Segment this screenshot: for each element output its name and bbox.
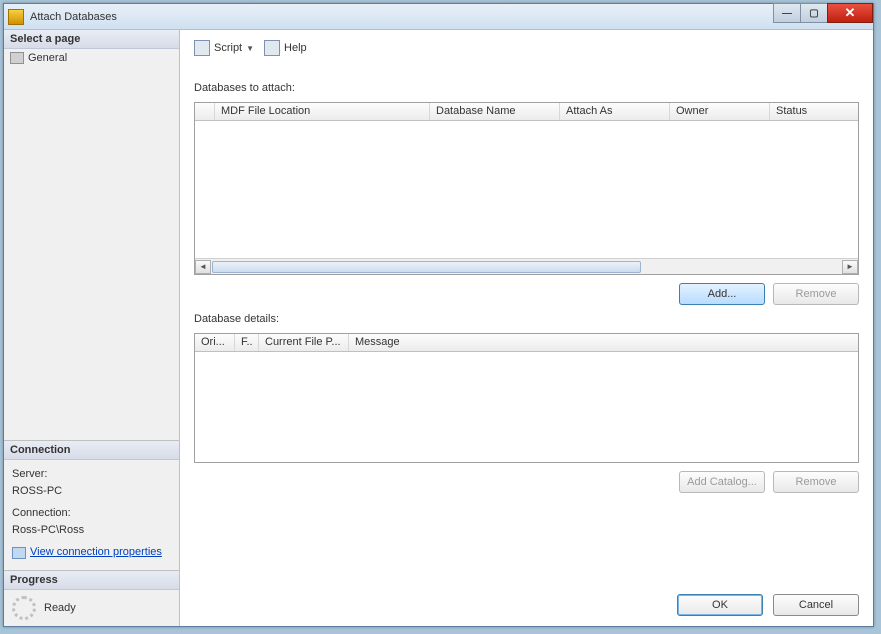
link-label: View connection properties <box>30 544 162 561</box>
add-catalog-button[interactable]: Add Catalog... <box>679 471 765 493</box>
chevron-down-icon: ▼ <box>246 44 254 53</box>
script-icon <box>194 40 210 56</box>
connection-body: Server: ROSS-PC Connection: Ross-PC\Ross… <box>4 460 179 570</box>
cancel-button[interactable]: Cancel <box>773 594 859 616</box>
script-button[interactable]: Script ▼ <box>194 40 254 56</box>
window-title: Attach Databases <box>30 11 117 23</box>
connection-label: Connection: <box>12 505 171 522</box>
scroll-thumb[interactable] <box>212 261 641 273</box>
window-controls: — ▢ ✕ <box>774 3 873 23</box>
details-col-original[interactable]: Ori... <box>195 334 235 351</box>
close-button[interactable]: ✕ <box>827 3 873 23</box>
databases-to-attach-label: Databases to attach: <box>194 82 859 94</box>
details-col-filetype[interactable]: F.. <box>235 334 259 351</box>
toolbar: Script ▼ Help <box>194 40 859 60</box>
dialog-footer: OK Cancel <box>180 586 873 626</box>
ok-button[interactable]: OK <box>677 594 763 616</box>
maximize-button[interactable]: ▢ <box>800 3 828 23</box>
progress-header: Progress <box>4 571 179 590</box>
app-icon <box>8 9 24 25</box>
remove-details-button[interactable]: Remove <box>773 471 859 493</box>
connection-header: Connection <box>4 441 179 460</box>
properties-icon <box>12 547 26 559</box>
database-details-list[interactable]: Ori... F.. Current File P... Message <box>194 333 859 463</box>
server-value: ROSS-PC <box>12 483 171 500</box>
attach-col-blank[interactable] <box>195 103 215 120</box>
scroll-track[interactable] <box>211 260 842 274</box>
details-list-body[interactable] <box>195 352 858 462</box>
attach-list-body[interactable] <box>195 121 858 258</box>
page-icon <box>10 52 24 64</box>
attach-list-header: MDF File Location Database Name Attach A… <box>195 103 858 121</box>
sidebar-item-label: General <box>28 52 67 64</box>
attach-col-status[interactable]: Status <box>770 103 858 120</box>
view-connection-properties-link[interactable]: View connection properties <box>12 544 162 561</box>
database-details-label: Database details: <box>194 313 859 325</box>
progress-spinner-icon <box>12 596 36 620</box>
sidebar-item-general[interactable]: General <box>4 49 179 67</box>
scroll-left-button[interactable]: ◄ <box>195 260 211 274</box>
details-list-header: Ori... F.. Current File P... Message <box>195 334 858 352</box>
help-icon <box>264 40 280 56</box>
minimize-button[interactable]: — <box>773 3 801 23</box>
remove-attach-button[interactable]: Remove <box>773 283 859 305</box>
select-page-header: Select a page <box>4 30 179 49</box>
attach-col-owner[interactable]: Owner <box>670 103 770 120</box>
script-label: Script <box>214 42 242 54</box>
attach-databases-window: Attach Databases — ▢ ✕ Select a page Gen… <box>3 3 874 627</box>
server-label: Server: <box>12 466 171 483</box>
add-button[interactable]: Add... <box>679 283 765 305</box>
close-icon: ✕ <box>845 5 856 21</box>
attach-hscrollbar[interactable]: ◄ ► <box>195 258 858 274</box>
help-button[interactable]: Help <box>264 40 307 56</box>
sidebar: Select a page General Connection Server:… <box>4 30 180 626</box>
attach-col-mdf[interactable]: MDF File Location <box>215 103 430 120</box>
connection-value: Ross-PC\Ross <box>12 522 171 539</box>
details-col-path[interactable]: Current File P... <box>259 334 349 351</box>
help-label: Help <box>284 42 307 54</box>
progress-status: Ready <box>44 600 76 617</box>
titlebar[interactable]: Attach Databases — ▢ ✕ <box>4 4 873 30</box>
details-col-message[interactable]: Message <box>349 334 858 351</box>
minimize-icon: — <box>782 8 792 19</box>
attach-col-attachas[interactable]: Attach As <box>560 103 670 120</box>
attach-col-dbname[interactable]: Database Name <box>430 103 560 120</box>
scroll-right-button[interactable]: ► <box>842 260 858 274</box>
maximize-icon: ▢ <box>809 8 818 19</box>
databases-to-attach-list[interactable]: MDF File Location Database Name Attach A… <box>194 102 859 275</box>
